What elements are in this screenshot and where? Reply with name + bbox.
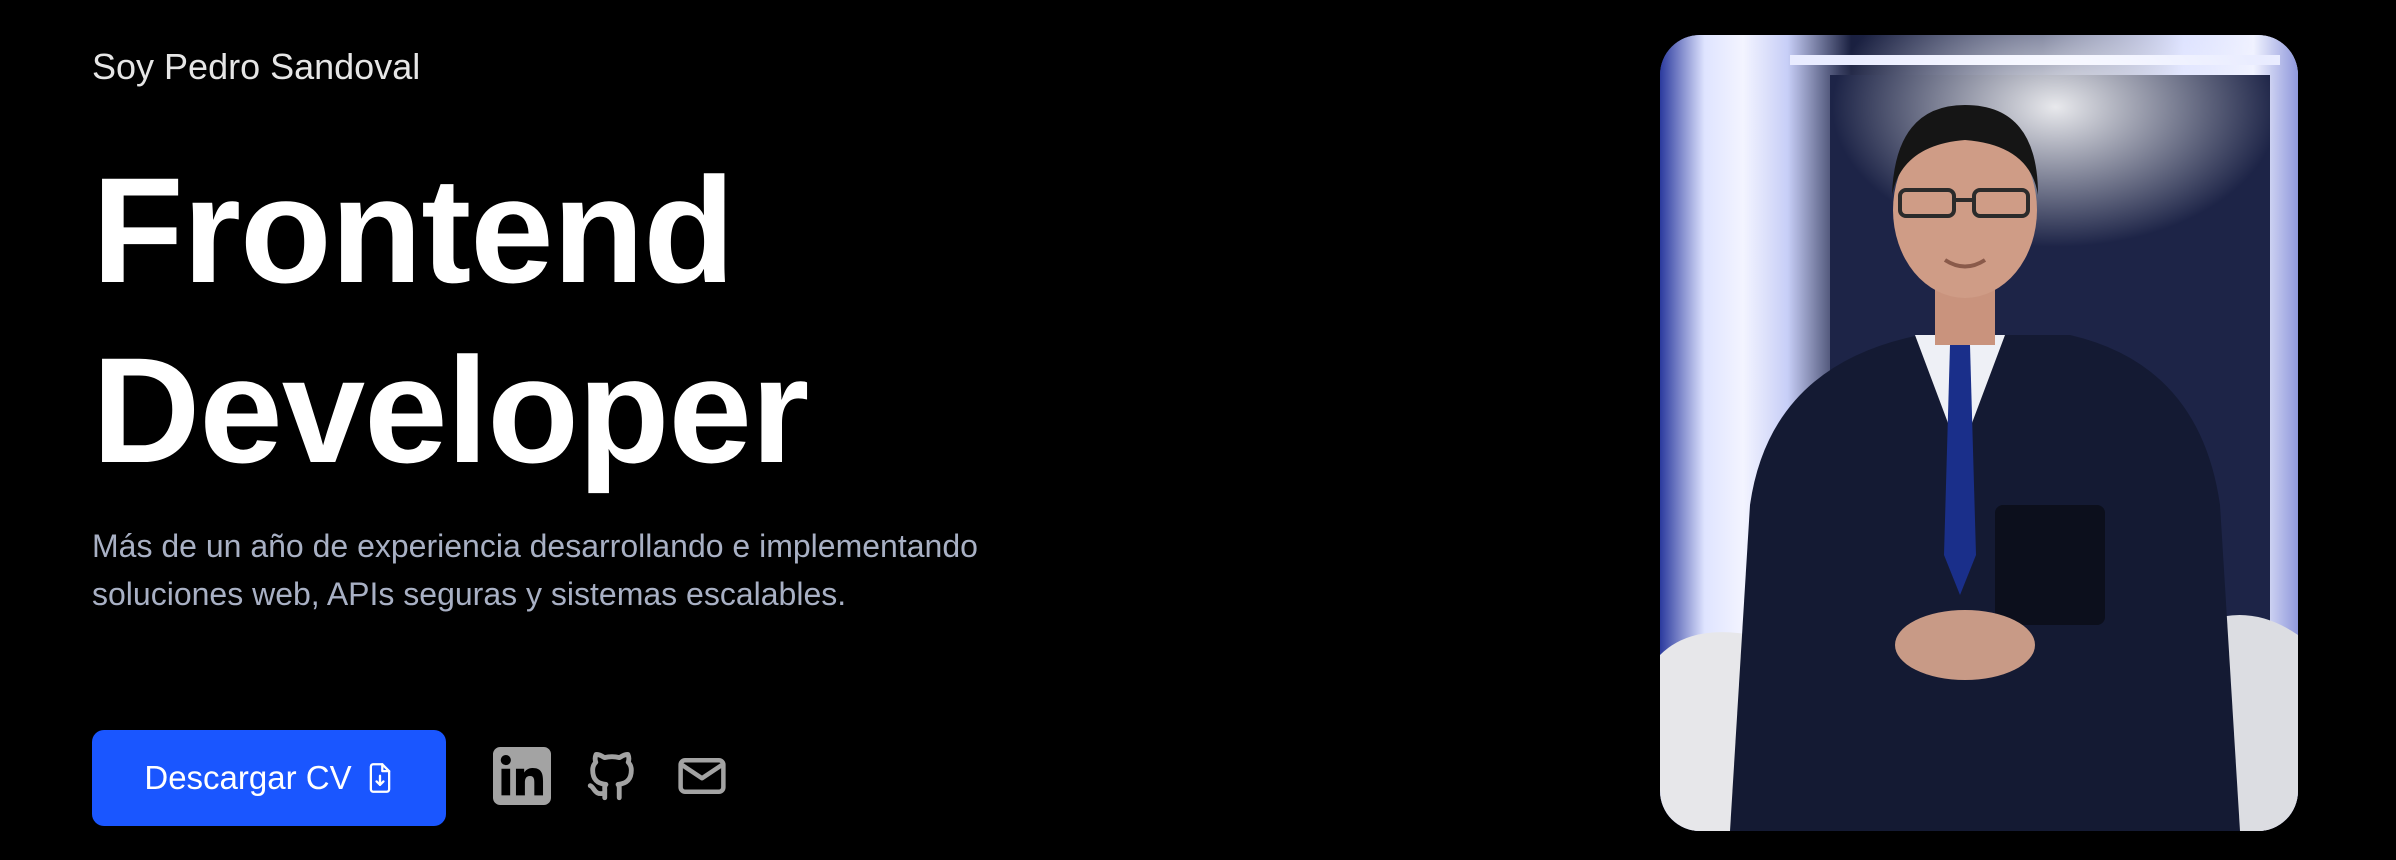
- headline-line-2: Developer: [92, 326, 809, 494]
- hero-headline: Frontend Developer: [92, 140, 809, 500]
- social-links: [492, 746, 732, 810]
- headline-line-1: Frontend: [92, 146, 735, 314]
- hero-eyebrow: Soy Pedro Sandoval: [92, 46, 421, 87]
- file-download-icon: [366, 762, 394, 794]
- mail-icon: [675, 749, 729, 808]
- github-link[interactable]: [582, 748, 642, 808]
- profile-photo-illustration: [1660, 35, 2298, 831]
- download-cv-label: Descargar CV: [144, 759, 352, 796]
- email-link[interactable]: [672, 748, 732, 808]
- linkedin-link[interactable]: [492, 746, 552, 810]
- profile-photo: [1660, 35, 2298, 831]
- github-icon: [583, 747, 641, 810]
- download-cv-button[interactable]: Descargar CV: [92, 730, 446, 826]
- hero-description: Más de un año de experiencia desarrollan…: [92, 528, 978, 612]
- linkedin-icon: [493, 746, 551, 810]
